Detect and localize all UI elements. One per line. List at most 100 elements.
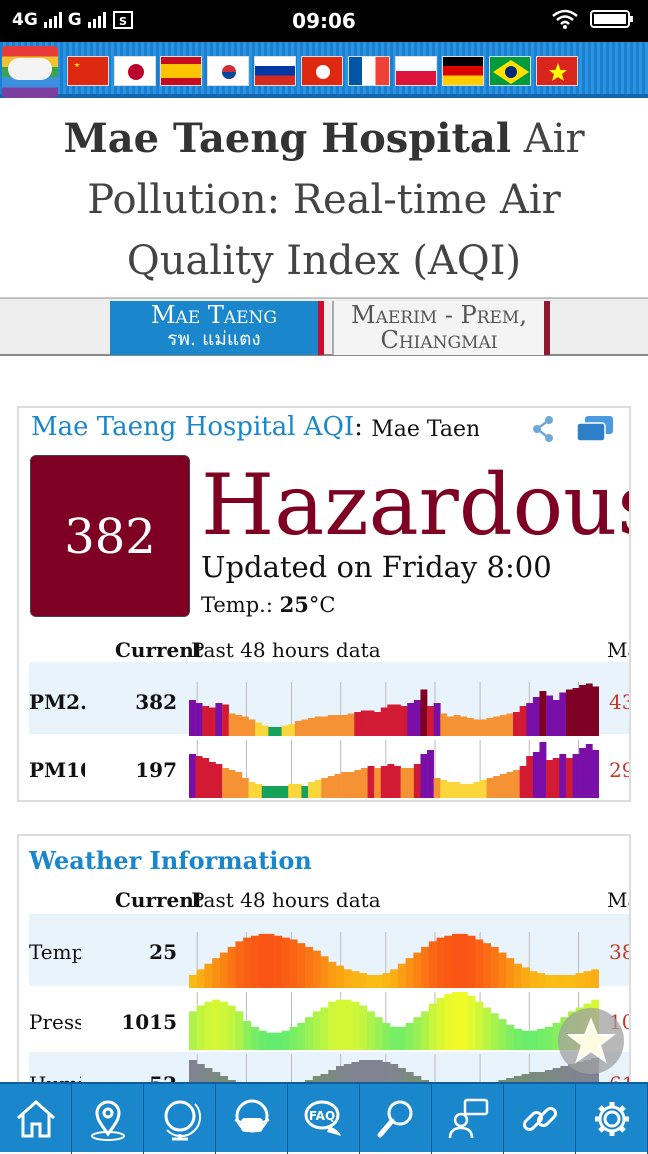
history-bar xyxy=(453,782,461,798)
history-bar xyxy=(248,782,256,798)
history-bar xyxy=(255,784,263,798)
flag-hongkong-icon[interactable] xyxy=(301,56,343,86)
nav-map-button[interactable] xyxy=(72,1084,144,1154)
history-bar xyxy=(394,766,401,798)
history-bar xyxy=(482,943,491,988)
history-column-header: Past 48 hours data xyxy=(191,638,381,662)
flag-japan-icon[interactable] xyxy=(114,56,156,86)
history-bar xyxy=(559,754,567,798)
pm25-label: PM2.5 xyxy=(29,690,85,714)
history-bar xyxy=(288,724,296,736)
history-bar xyxy=(490,946,499,988)
history-bar xyxy=(360,768,368,798)
globe-icon xyxy=(164,1100,201,1141)
history-bar xyxy=(261,786,269,798)
history-bar xyxy=(506,713,514,736)
nav-mask-button[interactable] xyxy=(216,1084,288,1154)
history-bar xyxy=(189,700,196,736)
nav-search-button[interactable] xyxy=(360,1084,432,1154)
history-bar xyxy=(585,683,593,736)
history-bar xyxy=(506,1024,515,1050)
history-bar xyxy=(519,706,527,736)
flag-france-icon[interactable] xyxy=(348,56,390,86)
history-bar xyxy=(506,772,514,798)
nav-links-button[interactable] xyxy=(504,1084,576,1154)
temp-row-max: 38 xyxy=(609,940,629,964)
history-bar xyxy=(444,935,453,988)
history-bar xyxy=(513,963,522,988)
history-bar xyxy=(250,1026,259,1050)
pm25-current: 382 xyxy=(135,690,177,714)
aqi-heading-colon: : xyxy=(354,412,363,442)
history-bar xyxy=(294,721,302,736)
favorite-button[interactable] xyxy=(558,1008,624,1074)
widget-icon[interactable] xyxy=(575,414,615,444)
history-bar xyxy=(281,1030,290,1050)
history-bar xyxy=(261,725,269,736)
flag-germany-icon[interactable] xyxy=(442,56,484,86)
temp-history-chart xyxy=(189,932,599,988)
current-temp: Temp.: 25°C xyxy=(201,592,335,617)
home-icon xyxy=(16,1099,55,1138)
history-bar xyxy=(579,748,587,798)
history-bar xyxy=(552,758,560,798)
history-bar xyxy=(546,760,554,798)
tab-mae-taeng-sub: รพ. แม่แตง xyxy=(167,328,261,350)
history-bar xyxy=(467,935,476,988)
nav-settings-button[interactable] xyxy=(576,1084,648,1154)
flag-vietnam-icon[interactable] xyxy=(536,56,578,86)
flag-korea-icon[interactable] xyxy=(207,56,249,86)
history-bar xyxy=(390,1026,399,1050)
history-bar xyxy=(565,689,573,736)
history-bar xyxy=(513,770,520,798)
app-logo-icon[interactable] xyxy=(2,46,58,98)
history-bar xyxy=(397,963,406,988)
nav-world-button[interactable] xyxy=(144,1084,216,1154)
svg-text:FAQ: FAQ xyxy=(308,1109,334,1123)
flag-poland-icon[interactable] xyxy=(395,56,437,86)
history-bar xyxy=(301,719,309,736)
history-bar xyxy=(195,703,203,736)
history-bar xyxy=(228,713,236,736)
history-bar xyxy=(428,1003,437,1050)
history-bar xyxy=(288,784,296,798)
history-bar xyxy=(539,742,547,798)
history-bar xyxy=(397,1026,406,1050)
support-chat-icon xyxy=(448,1098,488,1139)
history-bar xyxy=(289,939,298,988)
flag-brazil-icon[interactable] xyxy=(489,56,531,86)
history-bar xyxy=(436,997,445,1050)
history-bar xyxy=(413,952,422,988)
history-bar xyxy=(382,973,391,988)
flag-russia-icon[interactable] xyxy=(254,56,296,86)
nav-faq-button[interactable]: FAQ xyxy=(288,1084,360,1154)
history-bar xyxy=(521,1030,530,1050)
nav-contact-button[interactable] xyxy=(432,1084,504,1154)
flag-spain-icon[interactable] xyxy=(160,56,202,86)
aqi-heading-text: Mae Taeng Hospital AQI xyxy=(31,412,355,442)
history-bar xyxy=(202,706,210,736)
history-bar xyxy=(227,946,236,988)
history-bar xyxy=(583,971,592,988)
history-bar xyxy=(367,766,375,798)
nav-home-button[interactable] xyxy=(0,1084,72,1154)
share-icon[interactable] xyxy=(529,414,559,444)
history-bar xyxy=(235,941,244,988)
history-bar xyxy=(320,956,329,988)
history-bar xyxy=(366,1011,375,1050)
history-bar xyxy=(312,950,321,988)
tab-mae-taeng[interactable]: Mae Taeng รพ. แม่แตง xyxy=(110,301,324,355)
history-bar xyxy=(592,686,599,736)
tab-maerim-prem[interactable]: Maerim - Prem, Chiangmai xyxy=(332,301,550,355)
history-bar xyxy=(367,710,375,736)
history-bar xyxy=(354,712,362,736)
history-bar xyxy=(227,1005,236,1050)
history-bar xyxy=(341,715,349,736)
history-bar xyxy=(351,1001,360,1050)
history-bar xyxy=(343,969,352,988)
pm10-label: PM10 xyxy=(29,758,85,782)
history-bar xyxy=(400,706,408,736)
history-bar xyxy=(420,754,428,798)
history-bar xyxy=(196,1005,205,1050)
flag-china-icon[interactable] xyxy=(67,56,109,86)
